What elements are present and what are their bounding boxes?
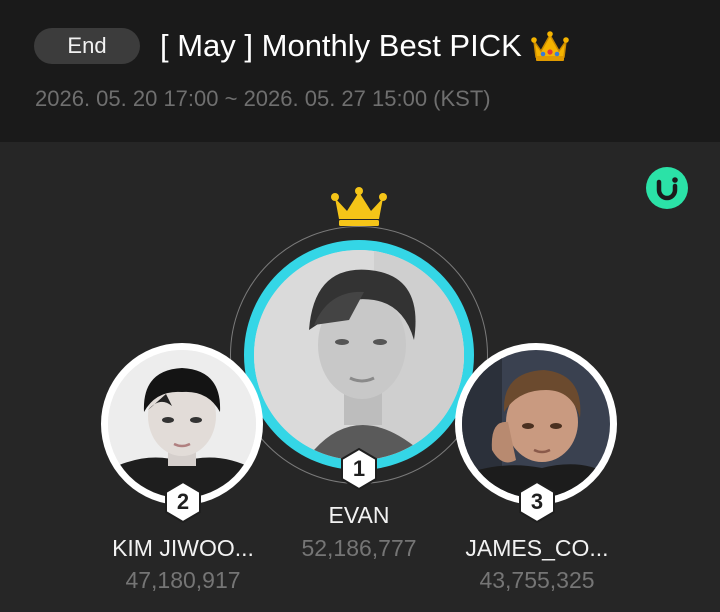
title-text: [ May ] Monthly Best PICK bbox=[160, 28, 522, 63]
crown-emoji-icon bbox=[530, 31, 569, 61]
u-logo-icon[interactable] bbox=[646, 167, 688, 209]
candidate-name-1[interactable]: EVAN bbox=[259, 501, 459, 529]
candidate-name-3[interactable]: JAMES_CO... bbox=[437, 534, 637, 562]
vote-period: 2026. 05. 20 17:00 ~ 2026. 05. 27 15:00 … bbox=[35, 86, 491, 111]
header: End [ May ] Monthly Best PICK 2026. 05. … bbox=[0, 0, 720, 140]
candidate-name-2[interactable]: KIM JIWOO... bbox=[83, 534, 283, 562]
avatar-rank-1[interactable] bbox=[244, 240, 474, 470]
rank-number: 3 bbox=[530, 489, 544, 514]
rank-number: 1 bbox=[352, 456, 366, 481]
page-title: [ May ] Monthly Best PICK bbox=[160, 26, 570, 66]
rank-badge-3: 3 bbox=[517, 480, 557, 529]
vote-count-2: 47,180,917 bbox=[125, 567, 241, 593]
rank-number: 2 bbox=[176, 489, 190, 514]
vote-count-3: 43,755,325 bbox=[479, 567, 595, 593]
rank-badge-1: 1 bbox=[339, 447, 379, 496]
status-pill: End bbox=[34, 28, 140, 64]
rank-badge-2: 2 bbox=[163, 480, 203, 529]
vote-count-1: 52,186,777 bbox=[301, 535, 417, 561]
gold-crown-icon bbox=[331, 187, 387, 226]
